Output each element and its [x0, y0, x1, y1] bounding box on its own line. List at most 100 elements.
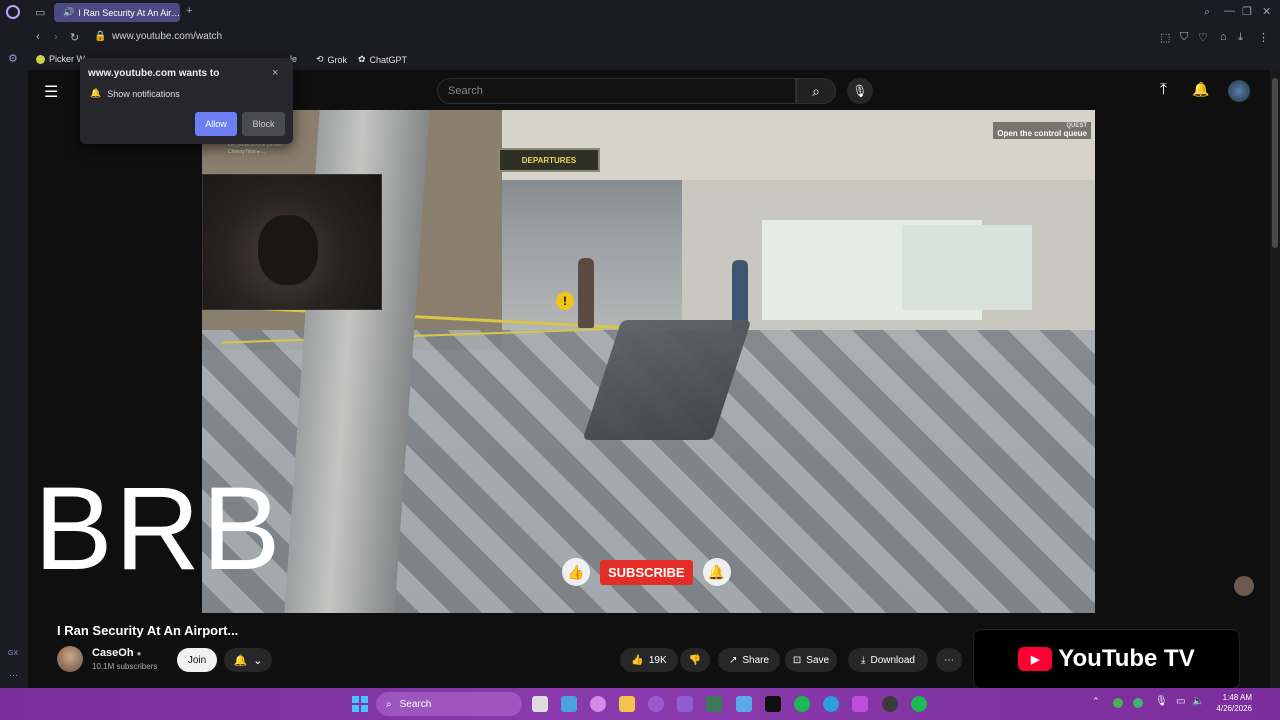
- volume-icon[interactable]: 🔈: [1192, 696, 1204, 707]
- tray-app-icon[interactable]: [1113, 698, 1123, 708]
- menu-icon[interactable]: ⋮: [1258, 31, 1269, 44]
- join-button[interactable]: Join: [177, 648, 217, 672]
- download-icon[interactable]: ⤓: [1238, 31, 1243, 44]
- npc-person: [578, 258, 594, 328]
- spotify-icon[interactable]: [794, 696, 810, 712]
- forward-icon[interactable]: ›: [54, 31, 58, 43]
- tab-youtube-video[interactable]: 🔊 I Ran Security At An Air…: [54, 3, 180, 22]
- subscriber-count: 10.1M subscribers: [92, 662, 158, 671]
- wallet-icon[interactable]: ⌂: [1220, 31, 1227, 43]
- shield-icon[interactable]: ⛉: [1180, 31, 1188, 44]
- chatgpt-favicon-icon: ✿: [358, 54, 366, 64]
- youtube-page: ☰ Search ⌕ 🎙 ⤒ 🔔 ! DEPARTURES QUEST Open…: [28, 70, 1280, 689]
- date-text: 4/26/2026: [1216, 704, 1252, 713]
- maximize-button[interactable]: ❐: [1242, 5, 1252, 18]
- opera-logo-icon[interactable]: [6, 5, 20, 19]
- tray-chevron-icon[interactable]: ⌃: [1092, 696, 1100, 707]
- url-field[interactable]: www.youtube.com/watch: [112, 31, 222, 42]
- tab-title: I Ran Security At An Air…: [78, 7, 180, 18]
- search-input[interactable]: Search: [437, 78, 796, 104]
- sidebar-bot-icon[interactable]: ⚙: [8, 52, 18, 65]
- bookmark-label: Grok: [327, 54, 348, 65]
- task-view-icon[interactable]: [532, 696, 548, 712]
- bookmark-chatgpt[interactable]: ✿ ChatGPT: [358, 54, 407, 65]
- github-icon[interactable]: [882, 696, 898, 712]
- more-actions-button[interactable]: ⋯: [936, 648, 962, 672]
- notepad-icon[interactable]: [736, 696, 752, 712]
- ad-brand-text: YouTube TV: [1058, 645, 1195, 672]
- browser-tab-bar: ▭ 🔊 I Ran Security At An Air… + ⌕ — ❐ ✕: [0, 0, 1280, 26]
- app-grid-icon[interactable]: [677, 696, 693, 712]
- sidebar-more-icon[interactable]: ⋯: [9, 670, 18, 681]
- allow-button[interactable]: Allow: [195, 112, 237, 136]
- clock[interactable]: 1:48 AM 4/26/2026: [1212, 692, 1252, 714]
- notification-permission-popup: www.youtube.com wants to × 🔔 Show notifi…: [80, 58, 293, 144]
- upload-icon[interactable]: ⤒: [1160, 81, 1167, 99]
- more-icon: ⋯: [944, 654, 954, 666]
- scrollbar-thumb[interactable]: [1272, 78, 1278, 248]
- tray-app-icon[interactable]: [1133, 698, 1143, 708]
- reload-icon[interactable]: ↻: [70, 31, 79, 44]
- opera-gx-icon[interactable]: [852, 696, 868, 712]
- share-icon: ↗: [728, 654, 738, 666]
- sidebar-rail: ⚙ GX ⋯: [0, 26, 28, 688]
- heart-icon[interactable]: ♡: [1198, 31, 1208, 44]
- close-icon[interactable]: ×: [272, 67, 278, 79]
- permission-text: Show notifications: [107, 88, 180, 99]
- back-icon[interactable]: ‹: [36, 31, 40, 43]
- youtube-play-icon: ▶: [1018, 647, 1053, 671]
- edge-icon[interactable]: [823, 696, 839, 712]
- video-title: I Ran Security At An Airport...: [57, 623, 239, 638]
- channel-name[interactable]: CaseOh ●: [92, 647, 141, 659]
- close-window-button[interactable]: ✕: [1262, 5, 1271, 18]
- video-player[interactable]: ! DEPARTURES QUEST Open the control queu…: [202, 110, 1095, 613]
- bookmark-picker[interactable]: Picker W: [36, 54, 85, 64]
- block-button[interactable]: Block: [242, 112, 285, 136]
- snapshot-icon[interactable]: ⬚: [1160, 31, 1170, 44]
- search-icon: ⌕: [386, 698, 392, 710]
- bell-icon: 🔔: [702, 558, 731, 586]
- subscribe-graphic: SUBSCRIBE: [600, 559, 693, 585]
- mic-icon: 🎙: [852, 84, 868, 98]
- permission-request: 🔔 Show notifications: [90, 88, 180, 99]
- account-avatar[interactable]: [1228, 80, 1250, 102]
- spotify-icon[interactable]: [911, 696, 927, 712]
- voice-search-button[interactable]: 🎙: [847, 78, 873, 104]
- new-tab-button[interactable]: +: [186, 5, 192, 17]
- start-button[interactable]: [352, 696, 368, 712]
- mic-icon[interactable]: 🎙: [1155, 696, 1168, 707]
- excel-icon[interactable]: [706, 696, 722, 712]
- channel-avatar[interactable]: [57, 646, 83, 672]
- quest-objective: QUEST Open the control queue: [993, 122, 1091, 139]
- like-button[interactable]: 👍 19K: [620, 648, 678, 672]
- minimize-button[interactable]: —: [1224, 5, 1235, 17]
- speaker-icon[interactable]: 🔊: [63, 7, 74, 18]
- display-icon[interactable]: ▭: [1176, 696, 1185, 707]
- app-drop-icon[interactable]: [590, 696, 606, 712]
- share-button[interactable]: ↗ Share: [718, 648, 780, 672]
- notification-settings-button[interactable]: 🔔 ⌄: [224, 648, 272, 672]
- youtube-tv-ad[interactable]: ▶ YouTube TV: [973, 629, 1240, 689]
- search-icon: ⌕: [812, 82, 820, 99]
- taskbar-search[interactable]: ⌕ Search: [376, 692, 522, 716]
- notifications-bell-icon[interactable]: 🔔: [1192, 81, 1209, 98]
- tab-workspaces-icon[interactable]: ▭: [35, 6, 45, 19]
- streamer-figure: [258, 215, 318, 285]
- bookmark-grok[interactable]: ⟲ Grok: [316, 54, 347, 65]
- file-explorer-icon[interactable]: [619, 696, 635, 712]
- app-x-icon[interactable]: [765, 696, 781, 712]
- widgets-icon[interactable]: [561, 696, 577, 712]
- lock-icon[interactable]: 🔒: [94, 31, 106, 42]
- download-button[interactable]: ⤓ Download: [848, 648, 928, 672]
- chevron-down-icon: ⌄: [253, 654, 263, 667]
- share-label: Share: [742, 654, 770, 666]
- hamburger-menu-icon[interactable]: ☰: [44, 82, 58, 102]
- save-button[interactable]: ⊡ Save: [785, 648, 837, 672]
- bell-icon: 🔔: [233, 654, 248, 667]
- gx-label[interactable]: GX: [8, 650, 18, 657]
- dislike-button[interactable]: 👎: [680, 648, 710, 672]
- channel-watermark[interactable]: [1234, 576, 1254, 596]
- search-tabs-icon[interactable]: ⌕: [1204, 6, 1210, 19]
- app-circle-icon[interactable]: [648, 696, 664, 712]
- search-button[interactable]: ⌕: [796, 78, 836, 104]
